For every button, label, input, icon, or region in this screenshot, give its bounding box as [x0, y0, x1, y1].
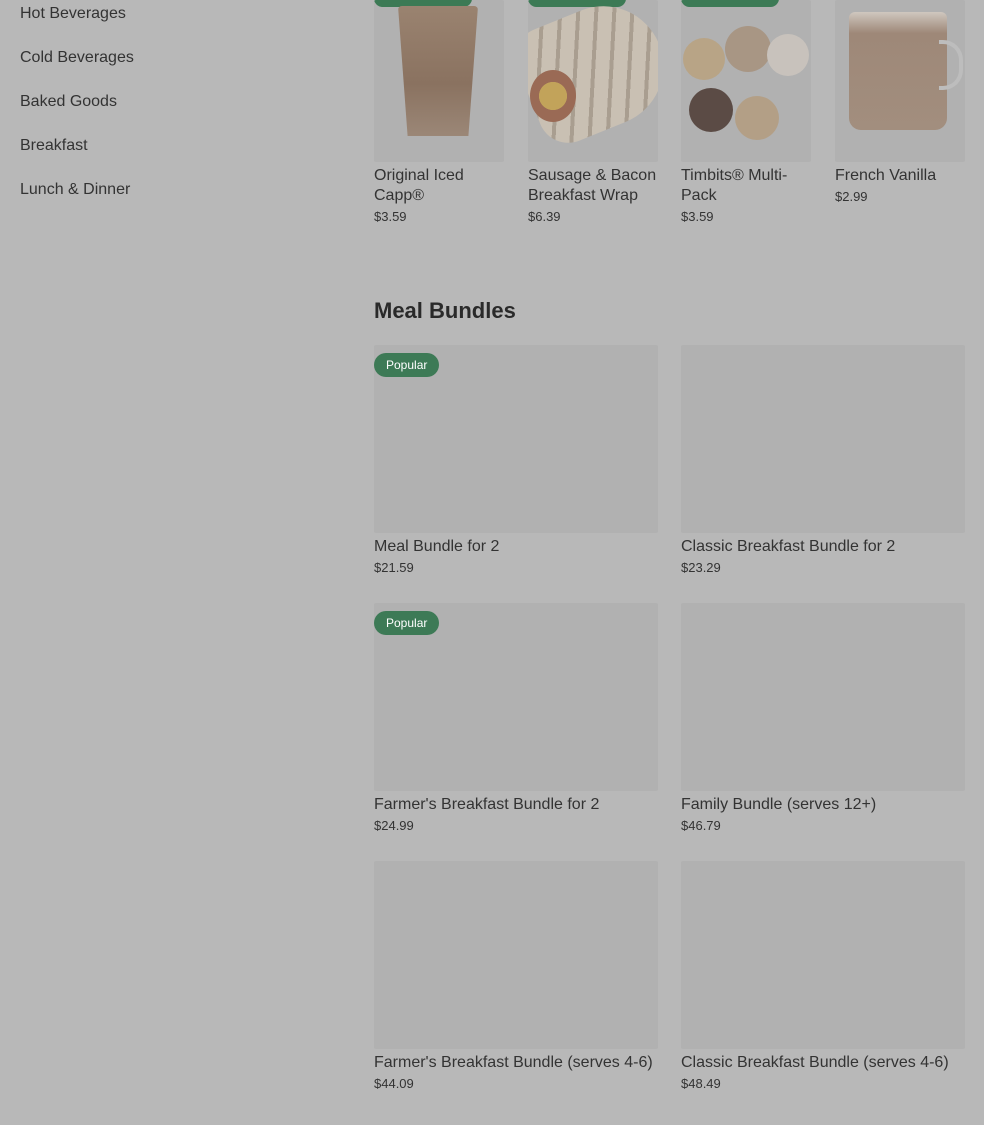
- bundle-card-meal-for-2[interactable]: Popular Meal Bundle for 2 $21.59: [374, 345, 658, 575]
- sidebar-item-breakfast[interactable]: Breakfast: [20, 132, 320, 176]
- product-name[interactable]: French Vanilla: [835, 166, 965, 186]
- bundle-name[interactable]: Farmer's Breakfast Bundle (serves 4-6): [374, 1053, 658, 1073]
- bundle-card-classic-breakfast-for-2[interactable]: Classic Breakfast Bundle for 2 $23.29: [681, 345, 965, 575]
- bundle-price: $44.09: [374, 1076, 414, 1091]
- bundle-price: $48.49: [681, 1076, 721, 1091]
- category-sidebar: Hot Beverages Cold Beverages Baked Goods…: [20, 0, 320, 220]
- bundle-image[interactable]: [374, 861, 658, 1049]
- product-price: $6.39: [528, 209, 561, 224]
- breakfast-wrap-photo[interactable]: [528, 0, 658, 162]
- timbits-photo[interactable]: [681, 0, 811, 162]
- product-price: $3.59: [681, 209, 714, 224]
- bundle-price: $21.59: [374, 560, 414, 575]
- bundle-card-classic-breakfast-4-6[interactable]: Classic Breakfast Bundle (serves 4-6) $4…: [681, 861, 965, 1091]
- product-name[interactable]: Original Iced Capp®: [374, 166, 504, 206]
- sidebar-item-hot-beverages[interactable]: Hot Beverages: [20, 0, 320, 44]
- section-title-meal-bundles: Meal Bundles: [374, 298, 516, 323]
- featured-products-row: Original Iced Capp® $3.59 Sausage & Baco…: [374, 0, 984, 260]
- product-card-iced-capp[interactable]: Original Iced Capp® $3.59: [374, 0, 504, 224]
- timbit: [725, 26, 771, 72]
- bundle-image[interactable]: Popular: [374, 345, 658, 533]
- bundle-name[interactable]: Classic Breakfast Bundle for 2: [681, 537, 965, 557]
- bundle-name[interactable]: Family Bundle (serves 12+): [681, 795, 965, 815]
- popular-badge: Popular: [374, 611, 440, 635]
- product-card-breakfast-wrap[interactable]: Sausage & Bacon Breakfast Wrap $6.39: [528, 0, 658, 224]
- bundle-image[interactable]: [681, 861, 965, 1049]
- bundle-image[interactable]: Popular: [374, 603, 658, 791]
- bundle-image[interactable]: [681, 345, 965, 533]
- timbit: [767, 34, 809, 76]
- sidebar-item-cold-beverages[interactable]: Cold Beverages: [20, 44, 320, 88]
- iced-capp-photo[interactable]: [374, 0, 504, 162]
- product-price: $2.99: [835, 189, 868, 204]
- bundle-name[interactable]: Farmer's Breakfast Bundle for 2: [374, 795, 658, 815]
- bundle-price: $23.29: [681, 560, 721, 575]
- bundle-card-family-bundle[interactable]: Family Bundle (serves 12+) $46.79: [681, 603, 965, 833]
- wrap-filling: [530, 70, 576, 122]
- product-card-timbits[interactable]: Timbits® Multi-Pack $3.59: [681, 0, 811, 224]
- product-price: $3.59: [374, 209, 407, 224]
- badge-stub: [374, 0, 472, 7]
- timbit: [735, 96, 779, 140]
- bundle-image[interactable]: [681, 603, 965, 791]
- product-name[interactable]: Sausage & Bacon Breakfast Wrap: [528, 166, 658, 206]
- timbit: [689, 88, 733, 132]
- mug-handle: [939, 40, 963, 90]
- bundle-card-farmers-breakfast-4-6[interactable]: Farmer's Breakfast Bundle (serves 4-6) $…: [374, 861, 658, 1091]
- badge-stub: [681, 0, 779, 7]
- french-vanilla-mug-photo[interactable]: [835, 0, 965, 162]
- mug-shape: [849, 12, 947, 130]
- iced-cup-shape: [398, 6, 478, 136]
- bundle-card-farmers-breakfast-for-2[interactable]: Popular Farmer's Breakfast Bundle for 2 …: [374, 603, 658, 833]
- product-card-french-vanilla[interactable]: French Vanilla $2.99: [835, 0, 965, 204]
- bundle-price: $46.79: [681, 818, 721, 833]
- popular-badge: Popular: [374, 353, 440, 377]
- sidebar-item-baked-goods[interactable]: Baked Goods: [20, 88, 320, 132]
- sidebar-item-lunch-dinner[interactable]: Lunch & Dinner: [20, 176, 320, 220]
- product-name[interactable]: Timbits® Multi-Pack: [681, 166, 811, 206]
- timbit: [683, 38, 725, 80]
- bundle-name[interactable]: Meal Bundle for 2: [374, 537, 658, 557]
- bundle-price: $24.99: [374, 818, 414, 833]
- bundle-name[interactable]: Classic Breakfast Bundle (serves 4-6): [681, 1053, 965, 1073]
